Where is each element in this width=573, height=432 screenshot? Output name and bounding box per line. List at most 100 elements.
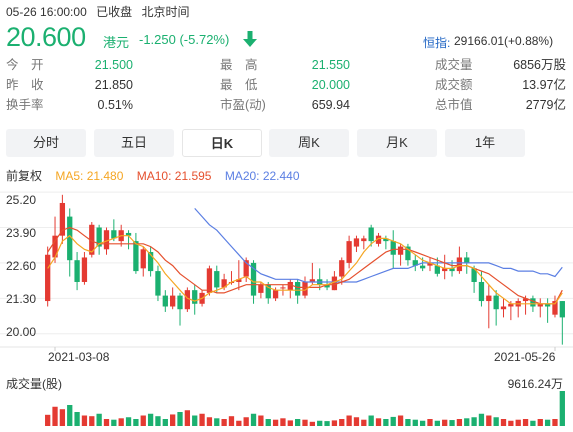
volume-bar — [103, 419, 110, 426]
ma-legend: 前复权 MA5: 21.480 MA10: 21.595 MA20: 22.44… — [6, 167, 310, 184]
volume-bar — [442, 419, 448, 426]
candle-body — [397, 246, 404, 255]
volume-bar — [133, 419, 139, 426]
volume-bar — [170, 414, 176, 426]
volume-bar — [214, 418, 220, 426]
candle-body — [170, 295, 176, 307]
candle-body — [419, 265, 426, 269]
candle-body — [368, 227, 374, 242]
volume-bar — [368, 415, 374, 426]
stat-value: 20.000 — [311, 78, 350, 92]
volume-bar — [331, 420, 338, 426]
candle-body — [331, 276, 338, 291]
volume-bar — [96, 413, 102, 426]
tab-monthly-k[interactable]: 月K — [357, 129, 437, 157]
volume-bar — [486, 415, 492, 426]
adjust-mode[interactable]: 前复权 — [6, 169, 42, 183]
candle-body — [287, 281, 293, 291]
volume-bar — [302, 419, 308, 426]
candle-body — [74, 260, 80, 282]
volume-title: 成交量(股) — [6, 377, 62, 391]
candle-body — [500, 306, 507, 310]
candle-body — [184, 290, 191, 310]
stat-open: 今 开 21.500 — [6, 55, 133, 75]
volume-bar — [147, 413, 154, 426]
tab-intraday[interactable]: 分时 — [6, 129, 86, 157]
volume-bar — [456, 419, 463, 426]
volume-bar — [89, 416, 95, 426]
volume-bar — [177, 412, 183, 426]
candle-body — [177, 295, 183, 310]
stat-label: 最 高 — [220, 58, 258, 72]
stat-label: 成交额 — [435, 78, 473, 92]
volume-bar — [258, 415, 264, 426]
volume-bar — [265, 419, 271, 426]
candle-body — [206, 268, 213, 293]
volume-bar — [52, 406, 58, 426]
volume-bar — [383, 419, 389, 426]
candle-body — [81, 257, 88, 282]
stats-panel: 今 开 21.500 昨 收 21.850 换手率 0.51% 最 高 21.5… — [6, 55, 567, 115]
index-value: 29166.01(+0.88%) — [454, 34, 554, 48]
tab-weekly-k[interactable]: 周K — [269, 129, 349, 157]
stat-pe: 市盈(动) 659.94 — [220, 95, 350, 115]
volume-bar — [552, 419, 558, 426]
stat-label: 今 开 — [6, 58, 44, 72]
volume-bar — [559, 391, 565, 426]
volume-bar — [280, 418, 286, 426]
candle-body — [346, 241, 352, 263]
stat-value: 13.97亿 — [522, 78, 566, 92]
volume-bar — [346, 415, 352, 426]
volume-bar — [111, 419, 117, 426]
tab-five-day[interactable]: 五日 — [94, 129, 174, 157]
kline-chart[interactable]: 25.20 23.90 22.60 21.30 20.00 2021-03-08… — [0, 186, 573, 432]
stat-turnover: 换手率 0.51% — [6, 95, 133, 115]
x-start-date: 2021-03-08 — [48, 350, 110, 364]
stat-label: 换手率 — [6, 98, 44, 112]
stat-label: 成交量 — [435, 58, 473, 72]
volume-bar — [228, 416, 235, 426]
volume-bar — [353, 417, 360, 426]
tab-one-year[interactable]: 1年 — [445, 129, 525, 157]
volume-bar — [405, 419, 411, 426]
volume-bar — [236, 420, 242, 426]
volume-bar — [192, 415, 198, 426]
volume-bar — [530, 420, 536, 426]
volume-bar — [522, 419, 529, 426]
stat-label: 市盈(动) — [220, 98, 266, 112]
volume-bar — [67, 405, 73, 426]
candle-body — [214, 271, 220, 288]
volume-bar — [493, 417, 499, 426]
stat-amount: 成交额 13.97亿 — [435, 75, 566, 95]
volume-max: 9616.24万 — [507, 377, 563, 391]
candle-body — [486, 295, 492, 302]
candle-body — [140, 249, 146, 269]
volume-bar — [508, 420, 514, 426]
x-end-date: 2021-05-26 — [494, 350, 556, 364]
status-line: 05-26 16:00:00 已收盘 北京时间 — [6, 3, 195, 20]
candle-body — [353, 238, 360, 247]
candle-body — [103, 230, 110, 250]
volume-bar — [272, 419, 279, 426]
tab-daily-k[interactable]: 日K — [182, 129, 262, 157]
volume-bar — [287, 420, 293, 426]
volume-bar — [243, 417, 249, 426]
volume-bar — [184, 410, 191, 426]
quote-row: 20.600 港元 -1.250 (-5.72%) 恒指: 29166.01(+… — [6, 22, 567, 54]
y-tick-label: 22.60 — [6, 259, 37, 273]
index-link[interactable]: 恒指: — [423, 34, 450, 51]
volume-bar — [339, 419, 345, 426]
volume-bar — [206, 417, 213, 426]
volume-bar — [317, 420, 323, 426]
candle-body — [456, 257, 463, 272]
stat-value: 21.850 — [94, 78, 133, 92]
candle-body — [45, 254, 51, 302]
volume-bar — [375, 418, 382, 426]
volume-bar — [324, 421, 330, 426]
volume-bar — [412, 419, 418, 426]
stat-high: 最 高 21.550 — [220, 55, 350, 75]
stat-value: 21.550 — [311, 58, 350, 72]
stat-low: 最 低 20.000 — [220, 75, 350, 95]
volume-bar — [434, 420, 440, 426]
ma20-label: MA20: 22.440 — [224, 169, 300, 183]
